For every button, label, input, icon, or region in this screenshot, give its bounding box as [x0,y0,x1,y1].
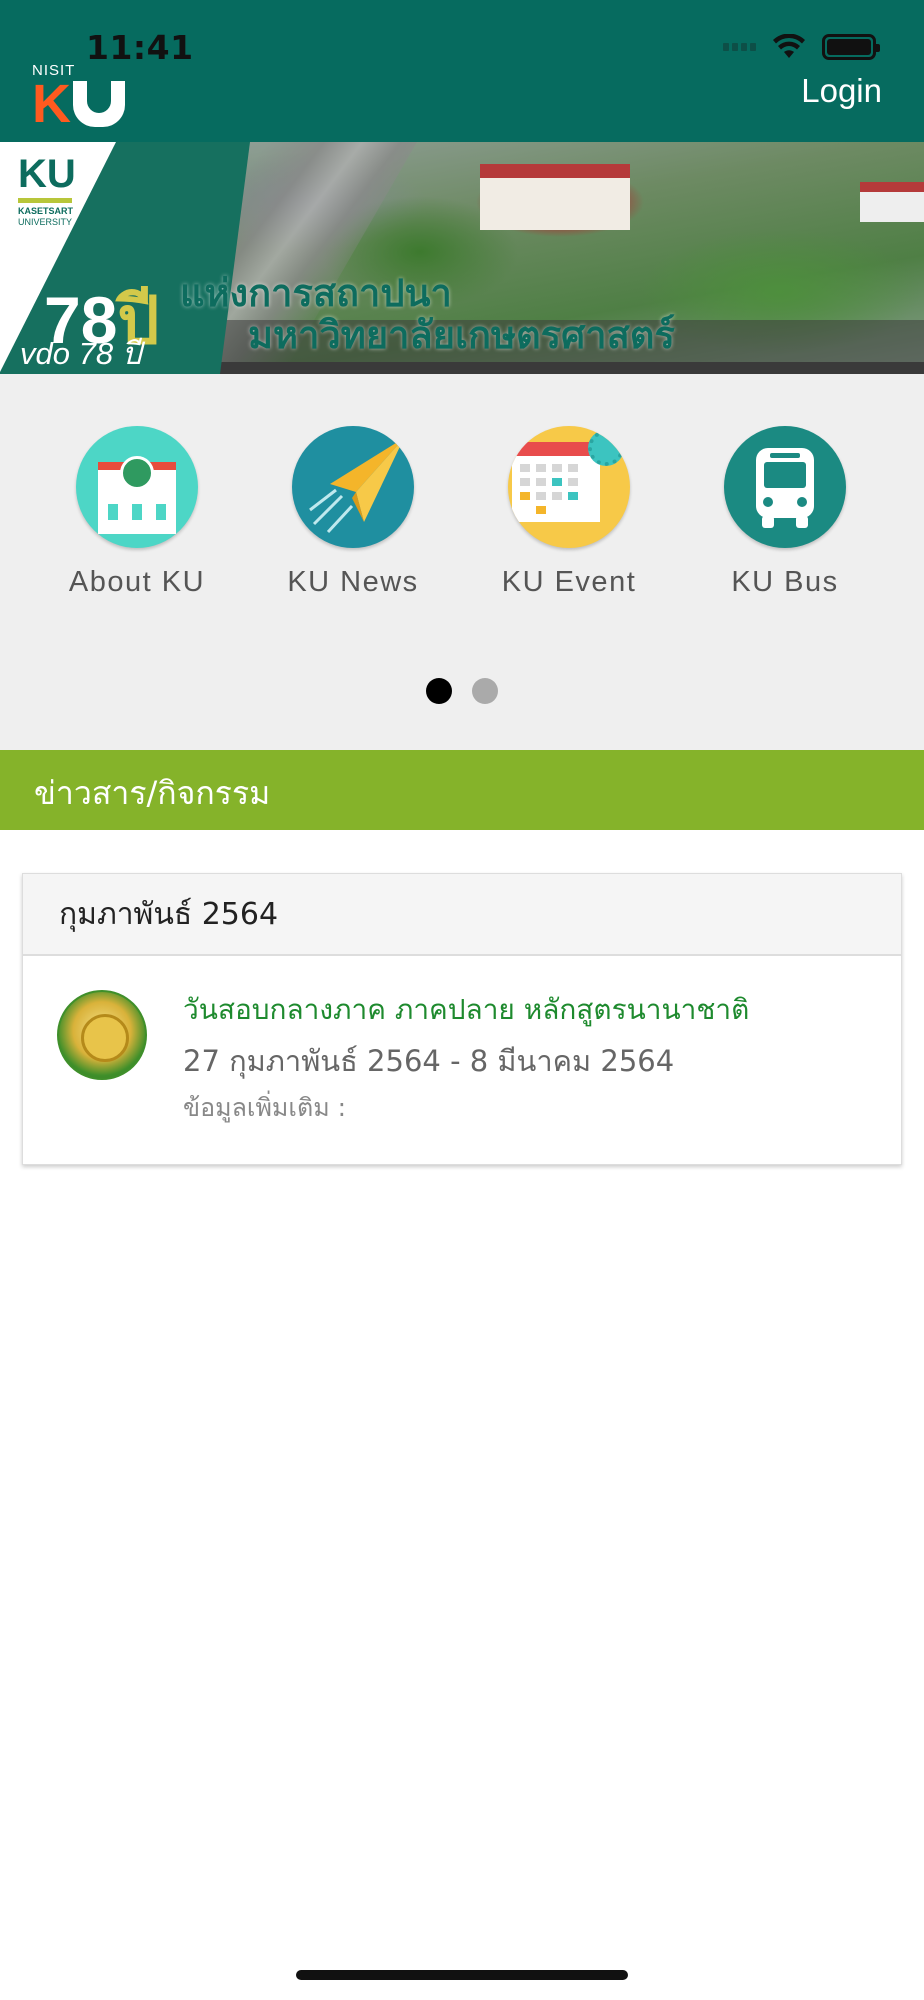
event-card: กุมภาพันธ์ 2564 วันสอบกลางภาค ภาคปลาย หล… [22,873,902,1165]
banner-logo-line2: UNIVERSITY [18,217,73,227]
news-section-title: ข่าวสาร/กิจกรรม [34,774,271,812]
event-list-item[interactable]: วันสอบกลางภาค ภาคปลาย หลักสูตรนานาชาติ 2… [23,956,901,1164]
paper-plane-icon [292,426,414,548]
banner-headline-2: มหาวิทยาลัยเกษตรศาสตร์ [248,313,675,357]
menu-label: KU Bus [731,566,839,598]
menu-ku-event[interactable]: KU Event [489,426,649,599]
menu-label: KU News [287,566,419,598]
home-indicator[interactable] [296,1970,628,1980]
status-icons [723,34,880,60]
pager-dot-2[interactable] [472,678,498,704]
logo-letter-k: K [32,74,71,134]
nisit-ku-logo: NISIT K [32,62,125,134]
event-card-header: กุมภาพันธ์ 2564 [23,874,901,956]
app-header: 11:41 NISIT K Login [0,0,924,142]
banner-caption: vdo 78 ปี [20,336,142,371]
cellular-signal-icon [723,43,756,51]
event-more-info: ข้อมูลเพิ่มเติม : [183,1093,347,1122]
news-section-header: ข่าวสาร/กิจกรรม [0,750,924,830]
menu-about-ku[interactable]: About KU [57,426,217,599]
main-building-shape [480,164,630,230]
calendar-icon [508,426,630,548]
anniversary-banner[interactable]: KU KASETSART UNIVERSITY 78ปี แห่งการสถาป… [0,142,924,374]
menu-ku-bus[interactable]: KU Bus [705,426,865,599]
university-seal-icon [57,990,147,1080]
logo-u-icon [73,81,125,127]
menu-label: About KU [68,566,206,598]
menu-label: KU Event [501,566,637,598]
bus-icon [724,426,846,548]
menu-ku-news[interactable]: KU News [273,426,433,599]
building-icon [76,426,198,548]
event-date-range: 27 กุมภาพันธ์ 2564 - 8 มีนาคม 2564 [183,1044,675,1078]
quick-menu: About KU KU News KU Event KU Bus [0,374,924,750]
battery-icon [822,34,880,60]
banner-ku-logo: KU [18,152,76,196]
menu-pager [0,678,924,704]
banner-logo-line1: KASETSART [18,206,74,216]
wifi-icon [773,34,805,58]
side-building-shape [860,182,924,222]
banner-logo-bar [18,198,72,203]
event-month: กุมภาพันธ์ 2564 [59,896,279,932]
login-button[interactable]: Login [801,72,882,110]
event-title: วันสอบกลางภาค ภาคปลาย หลักสูตรนานาชาติ [183,993,750,1026]
pager-dot-1[interactable] [426,678,452,704]
